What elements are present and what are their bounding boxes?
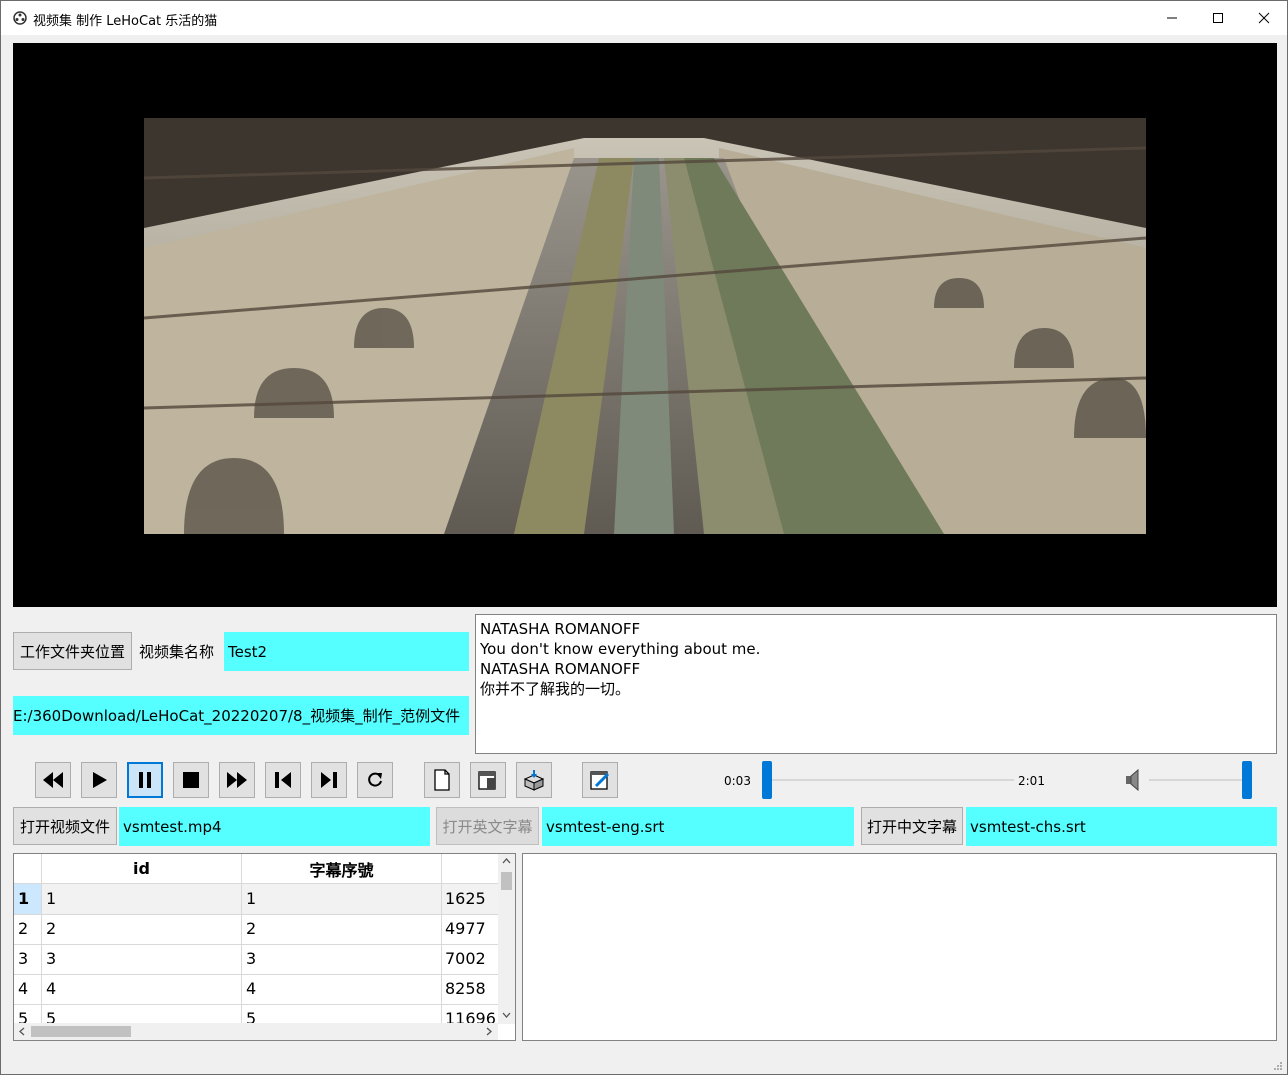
window-title: 视频集 制作 LeHoCat 乐活的猫	[33, 14, 218, 29]
total-time: 2:01	[1018, 774, 1045, 788]
new-file-button[interactable]	[424, 762, 460, 798]
column-header-seq[interactable]: 字幕序號	[242, 854, 442, 884]
table-horizontal-scrollbar[interactable]	[14, 1023, 498, 1040]
table-vertical-scrollbar[interactable]	[498, 854, 515, 1024]
open-chs-subtitle-button[interactable]: 打开中文字幕	[861, 807, 963, 845]
subtitle-line: NATASHA ROMANOFF	[480, 620, 641, 638]
collection-name-field[interactable]: Test2	[224, 632, 469, 671]
folder-path-field[interactable]: E:/360Download/LeHoCat_20220207/8_视频集_制作…	[13, 696, 469, 735]
next-frame-button[interactable]	[311, 762, 347, 798]
new-file-icon	[434, 769, 450, 791]
maximize-icon	[1213, 13, 1223, 23]
table-cell-time[interactable]: 7002	[445, 949, 486, 968]
progress-handle[interactable]	[762, 761, 772, 799]
current-time: 0:03	[724, 774, 751, 788]
row-header[interactable]: 3	[18, 949, 28, 968]
column-header-id[interactable]: id	[42, 854, 242, 884]
scroll-up-icon[interactable]	[502, 858, 511, 864]
rewind-button[interactable]	[35, 762, 71, 798]
minimize-icon	[1167, 17, 1177, 19]
edit-button[interactable]	[582, 762, 618, 798]
subtitle-line: 你并不了解我的一切。	[480, 680, 631, 698]
column-divider	[441, 884, 442, 1024]
table-cell-time[interactable]: 4977	[445, 919, 486, 938]
table-cell-seq[interactable]: 2	[246, 919, 256, 938]
work-folder-button[interactable]: 工作文件夹位置	[13, 632, 132, 670]
edit-icon	[590, 771, 610, 790]
app-icon	[13, 11, 27, 25]
volume-handle[interactable]	[1242, 761, 1252, 799]
details-panel[interactable]	[522, 853, 1277, 1041]
fast-forward-icon	[227, 772, 247, 788]
close-icon	[1258, 12, 1270, 24]
pause-button[interactable]	[127, 762, 163, 798]
table-cell-id[interactable]: 2	[46, 919, 56, 938]
package-button[interactable]	[516, 762, 552, 798]
open-eng-subtitle-button[interactable]: 打开英文字幕	[436, 807, 539, 845]
export-button[interactable]	[470, 762, 506, 798]
previous-frame-icon	[275, 772, 291, 788]
collection-name-label: 视频集名称	[139, 643, 215, 661]
scroll-right-icon[interactable]	[486, 1027, 492, 1036]
reload-button[interactable]	[357, 762, 393, 798]
progress-track[interactable]	[767, 779, 1014, 781]
table-cell-seq[interactable]: 1	[246, 889, 256, 908]
resize-grip-icon[interactable]	[1273, 1061, 1283, 1071]
stop-icon	[183, 772, 199, 788]
scroll-down-icon[interactable]	[502, 1012, 511, 1018]
volume-track[interactable]	[1149, 779, 1247, 781]
table-cell-id[interactable]: 4	[46, 979, 56, 998]
stop-button[interactable]	[173, 762, 209, 798]
video-frame	[144, 118, 1146, 534]
package-icon	[523, 770, 545, 791]
row-header[interactable]: 1	[18, 889, 29, 908]
table-cell-time[interactable]: 1625	[445, 889, 486, 908]
subtitle-line: NATASHA ROMANOFF	[480, 660, 641, 678]
horizontal-scroll-thumb[interactable]	[31, 1026, 131, 1037]
table-cell-time[interactable]: 8258	[445, 979, 486, 998]
export-icon	[478, 771, 496, 790]
play-button[interactable]	[81, 762, 117, 798]
row-divider	[14, 974, 498, 975]
play-icon	[93, 772, 107, 788]
next-frame-icon	[321, 772, 337, 788]
rewind-icon	[43, 772, 63, 788]
table-corner	[14, 854, 42, 884]
table-cell-seq[interactable]: 4	[246, 979, 256, 998]
previous-frame-button[interactable]	[265, 762, 301, 798]
maximize-button[interactable]	[1195, 1, 1241, 35]
row-header[interactable]: 2	[18, 919, 28, 938]
pause-icon	[139, 772, 151, 788]
chs-subtitle-file-field[interactable]: vsmtest-chs.srt	[966, 807, 1277, 846]
speaker-icon[interactable]	[1125, 768, 1143, 792]
scroll-left-icon[interactable]	[19, 1027, 25, 1036]
row-divider	[14, 944, 498, 945]
minimize-button[interactable]	[1149, 1, 1195, 35]
video-file-field[interactable]: vsmtest.mp4	[119, 807, 430, 846]
video-player[interactable]	[13, 43, 1277, 607]
column-divider	[41, 884, 42, 1024]
subtitle-preview-box[interactable]: NATASHA ROMANOFF You don't know everythi…	[475, 614, 1277, 754]
column-header-time[interactable]	[442, 854, 498, 884]
subtitle-preview-text: NATASHA ROMANOFF You don't know everythi…	[480, 619, 760, 699]
subtitle-line: You don't know everything about me.	[480, 640, 761, 658]
close-button[interactable]	[1241, 1, 1287, 35]
open-video-button[interactable]: 打开视频文件	[13, 807, 117, 845]
row-header[interactable]: 4	[18, 979, 28, 998]
table-cell-id[interactable]: 1	[46, 889, 56, 908]
subtitle-table[interactable]: id 字幕序號 1 1 1 1625 2 2 2 4977 3 3 3 7002…	[13, 853, 516, 1041]
fast-forward-button[interactable]	[219, 762, 255, 798]
table-cell-seq[interactable]: 3	[246, 949, 256, 968]
row-divider	[14, 1004, 498, 1005]
reload-icon	[368, 772, 382, 787]
table-cell-id[interactable]: 3	[46, 949, 56, 968]
vertical-scroll-thumb[interactable]	[501, 872, 512, 890]
row-divider	[14, 914, 498, 915]
column-divider	[241, 884, 242, 1024]
title-bar: 视频集 制作 LeHoCat 乐活的猫	[1, 1, 1287, 35]
app-window: 视频集 制作 LeHoCat 乐活的猫 工作文件夹位置 视频集名称 Test2 …	[0, 0, 1288, 1075]
eng-subtitle-file-field[interactable]: vsmtest-eng.srt	[542, 807, 854, 846]
